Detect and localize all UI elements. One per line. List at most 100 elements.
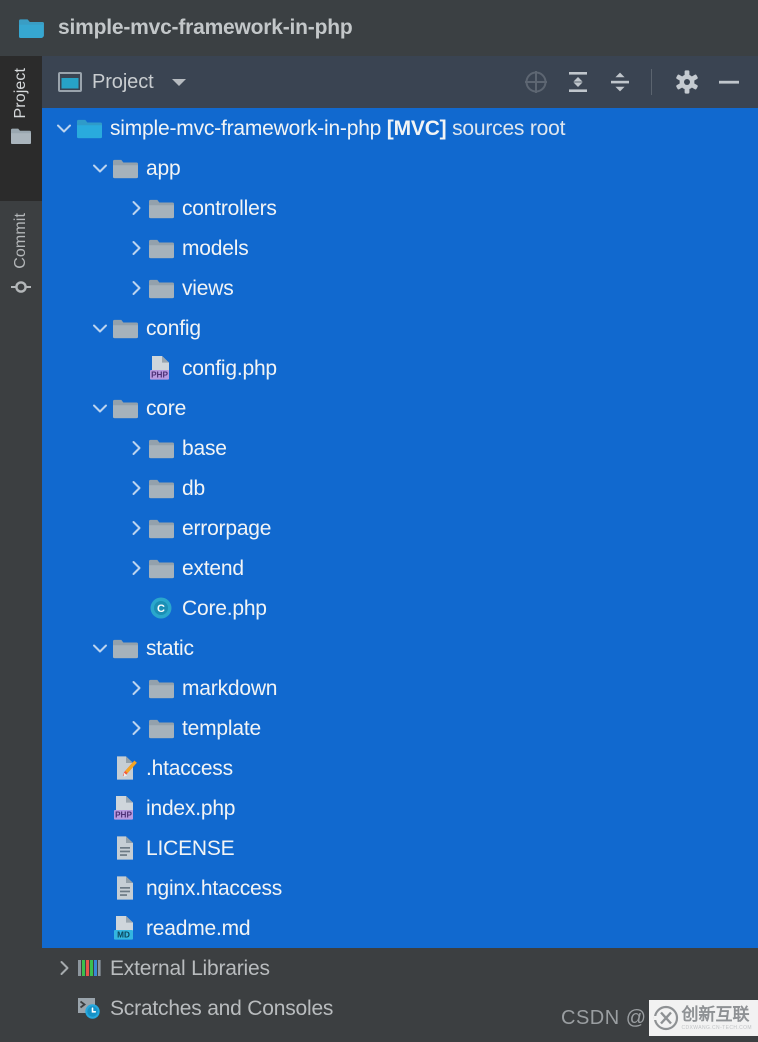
chevron-down-icon[interactable] bbox=[88, 388, 112, 428]
chevron-right-icon[interactable] bbox=[124, 508, 148, 548]
tree-row-config[interactable]: config bbox=[42, 308, 758, 348]
folder-icon bbox=[149, 559, 174, 578]
tree-row-core-php[interactable]: C Core.php bbox=[42, 588, 758, 628]
tree-row-db[interactable]: db bbox=[42, 468, 758, 508]
chevron-right-icon bbox=[132, 281, 141, 295]
scratches-icon bbox=[76, 988, 102, 1028]
chevron-right-icon bbox=[132, 721, 141, 735]
gear-icon[interactable] bbox=[670, 65, 704, 99]
tree-row-license[interactable]: LICENSE bbox=[42, 828, 758, 868]
chevron-right-icon bbox=[132, 441, 141, 455]
hide-icon[interactable] bbox=[712, 65, 746, 99]
chevron-right-icon[interactable] bbox=[124, 268, 148, 308]
sidebar-tab-commit-label: Commit bbox=[12, 213, 29, 269]
folder-icon bbox=[112, 388, 138, 428]
tree-row-nginx-htaccess[interactable]: nginx.htaccess bbox=[42, 868, 758, 908]
folder-icon bbox=[148, 508, 174, 548]
chevron-right-icon[interactable] bbox=[124, 548, 148, 588]
chevron-right-icon[interactable] bbox=[124, 188, 148, 228]
sidebar-tab-project[interactable]: Project bbox=[0, 56, 42, 201]
tree-row-static[interactable]: static bbox=[42, 628, 758, 668]
tree-row-views[interactable]: views bbox=[42, 268, 758, 308]
php-file-icon: PHP bbox=[150, 356, 169, 380]
chevron-down-icon[interactable] bbox=[52, 108, 76, 148]
chevron-right-icon[interactable] bbox=[124, 668, 148, 708]
folder-icon bbox=[148, 428, 174, 468]
tree-row-label: markdown bbox=[182, 676, 278, 700]
tree-row-errorpage[interactable]: errorpage bbox=[42, 508, 758, 548]
chevron-down-icon bbox=[57, 124, 71, 133]
tree-row-extend[interactable]: extend bbox=[42, 548, 758, 588]
folder-icon bbox=[148, 268, 174, 308]
project-panel-title: Project bbox=[92, 70, 154, 93]
commit-icon bbox=[10, 277, 32, 297]
project-tree[interactable]: simple-mvc-framework-in-php [MVC] source… bbox=[42, 108, 758, 1042]
htaccess-file-icon bbox=[112, 748, 138, 788]
tree-row-label: template bbox=[182, 716, 261, 740]
php-file-icon: PHP bbox=[148, 348, 174, 388]
window-title: simple-mvc-framework-in-php bbox=[58, 16, 353, 39]
tree-row-models[interactable]: models bbox=[42, 228, 758, 268]
chevron-right-icon[interactable] bbox=[124, 708, 148, 748]
php-class-icon: C bbox=[150, 597, 172, 619]
tree-row-label: config bbox=[146, 316, 201, 340]
tree-row-template[interactable]: template bbox=[42, 708, 758, 748]
tree-row-label: config.php bbox=[182, 356, 277, 380]
chevron-down-icon[interactable] bbox=[88, 308, 112, 348]
tree-row-base[interactable]: base bbox=[42, 428, 758, 468]
tree-row-core[interactable]: core bbox=[42, 388, 758, 428]
chevron-right-icon[interactable] bbox=[124, 428, 148, 468]
tree-row-readme-md[interactable]: MD readme.md bbox=[42, 908, 758, 948]
tree-row-app[interactable]: app bbox=[42, 148, 758, 188]
project-panel-toolbar: Project bbox=[42, 56, 758, 108]
folder-icon bbox=[149, 279, 174, 298]
folder-icon bbox=[149, 439, 174, 458]
tree-row-markdown[interactable]: markdown bbox=[42, 668, 758, 708]
sidebar-tab-commit[interactable]: Commit bbox=[0, 201, 42, 346]
tree-row-project-root[interactable]: simple-mvc-framework-in-php [MVC] source… bbox=[42, 108, 758, 148]
folder-icon bbox=[148, 668, 174, 708]
chevron-right-icon bbox=[132, 521, 141, 535]
folder-icon bbox=[149, 679, 174, 698]
chevron-right-icon[interactable] bbox=[52, 948, 76, 988]
project-panel: Project simple-mvc-framework-in-php [MVC… bbox=[42, 56, 758, 1042]
chevron-down-icon[interactable] bbox=[88, 148, 112, 188]
php-class-icon: C bbox=[148, 588, 174, 628]
ide-window: simple-mvc-framework-in-php Project Comm… bbox=[0, 0, 758, 1042]
tree-row-htaccess[interactable]: .htaccess bbox=[42, 748, 758, 788]
tree-row-config-php[interactable]: PHP config.php bbox=[42, 348, 758, 388]
expand-all-icon[interactable] bbox=[561, 65, 595, 99]
tree-row-label: models bbox=[182, 236, 249, 260]
tree-row-index-php[interactable]: PHP index.php bbox=[42, 788, 758, 828]
folder-module-icon bbox=[76, 108, 102, 148]
chevron-right-icon[interactable] bbox=[124, 228, 148, 268]
project-panel-title-group[interactable]: Project bbox=[58, 71, 188, 94]
chevron-right-icon bbox=[132, 241, 141, 255]
svg-text:MD: MD bbox=[117, 930, 130, 939]
tree-row-scratches-and-consoles[interactable]: Scratches and Consoles bbox=[42, 988, 758, 1028]
chevron-right-icon bbox=[132, 201, 141, 215]
toolbar-separator bbox=[651, 69, 652, 95]
folder-icon bbox=[112, 148, 138, 188]
tree-row-controllers[interactable]: controllers bbox=[42, 188, 758, 228]
folder-icon bbox=[149, 199, 174, 218]
tree-row-label: Scratches and Consoles bbox=[110, 996, 334, 1020]
chevron-right-icon bbox=[132, 481, 141, 495]
scratches-icon bbox=[78, 998, 100, 1019]
svg-text:C: C bbox=[157, 603, 165, 615]
project-window-icon bbox=[58, 71, 82, 93]
text-file-icon bbox=[117, 836, 133, 860]
chevron-down-icon[interactable] bbox=[88, 628, 112, 668]
chevron-right-icon bbox=[60, 961, 69, 975]
chevron-right-icon[interactable] bbox=[124, 468, 148, 508]
tree-row-external-libraries[interactable]: External Libraries bbox=[42, 948, 758, 988]
folder-module-icon bbox=[77, 119, 102, 138]
php-file-icon: PHP bbox=[114, 796, 133, 820]
select-opened-file-icon[interactable] bbox=[519, 65, 553, 99]
folder-icon bbox=[149, 719, 174, 738]
folder-icon bbox=[113, 159, 138, 178]
folder-icon bbox=[113, 319, 138, 338]
chevron-down-icon[interactable] bbox=[170, 75, 188, 89]
collapse-all-icon[interactable] bbox=[603, 65, 637, 99]
htaccess-file-icon bbox=[117, 756, 137, 780]
